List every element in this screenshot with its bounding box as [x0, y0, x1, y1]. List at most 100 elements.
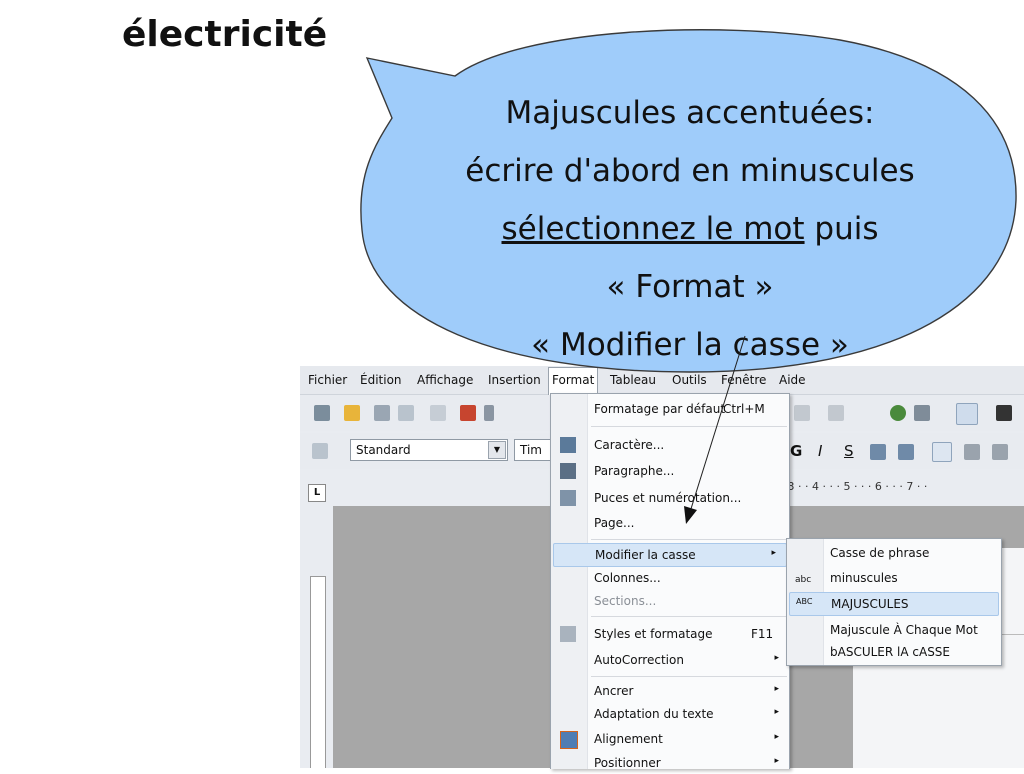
case-submenu: Casse de phrase abc minuscules ABC MAJUS…: [786, 538, 1002, 666]
font-name-combo[interactable]: Tim: [514, 439, 555, 461]
italic-button[interactable]: I: [818, 442, 822, 460]
bubble-line-5: « Modifier la casse »: [531, 327, 849, 363]
bubble-text: Majuscules accentuées: écrire d'abord en…: [400, 84, 980, 374]
email-icon[interactable]: [398, 405, 414, 421]
find-binoculars-icon[interactable]: [996, 405, 1012, 421]
menu-item-positionner[interactable]: Positionner ▸: [551, 752, 789, 774]
bullets-icon: [560, 490, 576, 506]
submenu-arrow-icon: ▸: [774, 707, 779, 717]
menu-aide[interactable]: Aide: [779, 373, 806, 387]
menu-item-label: Ancrer: [594, 684, 634, 698]
horizontal-ruler: 1 · 3 · · 4 · · · 5 · · · 6 · · · 7 · ·: [770, 480, 928, 493]
paragraph-style-value: Standard: [356, 443, 411, 457]
new-document-icon[interactable]: [314, 405, 330, 421]
lowercase-icon: abc: [795, 575, 812, 585]
styles-icon: [560, 626, 576, 642]
submenu-arrow-icon: ▸: [774, 653, 779, 663]
menu-fenetre[interactable]: Fenêtre: [721, 373, 766, 387]
menu-item-label: bASCULER lA cASSE: [830, 645, 951, 659]
menu-item-label: Styles et formatage: [594, 627, 713, 641]
submenu-item-majuscule-chaque-mot[interactable]: Majuscule À Chaque Mot: [787, 619, 1001, 641]
draw-functions-icon[interactable]: [956, 403, 978, 425]
bubble-underlined-text: sélectionnez le mot: [501, 211, 805, 247]
hyperlink-icon[interactable]: [828, 405, 844, 421]
bubble-line-4: « Format »: [606, 269, 774, 305]
open-folder-icon[interactable]: [344, 405, 360, 421]
menu-item-formatage-defaut[interactable]: Formatage par défaut Ctrl+M: [551, 398, 789, 420]
submenu-item-casse-phrase[interactable]: Casse de phrase: [787, 542, 1001, 564]
table-icon[interactable]: [914, 405, 930, 421]
alignment-icon: [560, 731, 578, 749]
vertical-ruler: [310, 576, 326, 768]
menu-item-adaptation-texte[interactable]: Adaptation du texte ▸: [551, 703, 789, 725]
align-right-icon[interactable]: [992, 444, 1008, 460]
menu-item-alignement[interactable]: Alignement ▸: [551, 728, 789, 750]
paragraph-style-combo[interactable]: Standard ▼: [350, 439, 508, 461]
submenu-item-majuscules[interactable]: ABC MAJUSCULES: [789, 592, 999, 616]
bubble-line-3: sélectionnez le mot puis: [400, 200, 980, 258]
menu-item-label: Formatage par défaut: [594, 402, 726, 416]
menu-item-label: Modifier la casse: [595, 548, 696, 562]
menu-fichier[interactable]: Fichier: [308, 373, 347, 387]
menu-item-label: MAJUSCULES: [831, 597, 909, 611]
menu-item-autocorrection[interactable]: AutoCorrection ▸: [551, 649, 789, 671]
bubble-line-1: Majuscules accentuées:: [505, 95, 875, 131]
grow-font-icon[interactable]: [870, 444, 886, 460]
chevron-down-icon[interactable]: ▼: [488, 441, 506, 459]
menu-tableau[interactable]: Tableau: [610, 373, 656, 387]
menu-item-puces-numerotation[interactable]: Puces et numérotation...: [551, 487, 789, 509]
page-margin-line: [1000, 634, 1024, 635]
bubble-line-2: écrire d'abord en minuscules: [465, 153, 915, 189]
export-pdf-icon[interactable]: [460, 405, 476, 421]
menu-item-paragraphe[interactable]: Paragraphe...: [551, 460, 789, 482]
menu-item-label: Colonnes...: [594, 571, 661, 585]
navigator-icon[interactable]: [890, 405, 906, 421]
menu-item-ancrer[interactable]: Ancrer ▸: [551, 680, 789, 702]
menu-item-shortcut: Ctrl+M: [723, 402, 765, 416]
edit-file-icon[interactable]: [430, 405, 446, 421]
styles-panel-icon[interactable]: [312, 443, 328, 459]
menu-affichage[interactable]: Affichage: [417, 373, 473, 387]
menu-item-sections: Sections...: [551, 590, 789, 612]
submenu-arrow-icon: ▸: [774, 684, 779, 694]
menu-item-label: Page...: [594, 516, 635, 530]
menu-item-label: Casse de phrase: [830, 546, 930, 560]
menu-insertion[interactable]: Insertion: [488, 373, 541, 387]
menu-item-caractere[interactable]: Caractère...: [551, 434, 789, 456]
menu-item-label: Alignement: [594, 732, 663, 746]
redo-icon[interactable]: [794, 405, 810, 421]
save-icon[interactable]: [374, 405, 390, 421]
tab-stop-selector[interactable]: L: [308, 484, 326, 502]
menu-item-label: Sections...: [594, 594, 657, 608]
menu-item-label: Adaptation du texte: [594, 707, 714, 721]
slide-title: électricité: [122, 14, 328, 55]
uppercase-icon: ABC: [796, 597, 813, 606]
menu-outils[interactable]: Outils: [672, 373, 707, 387]
font-name-value: Tim: [520, 443, 542, 457]
submenu-item-basculer-casse[interactable]: bASCULER lA cASSE: [787, 641, 1001, 663]
underline-button[interactable]: S: [844, 442, 854, 460]
submenu-arrow-icon: ▸: [774, 732, 779, 742]
menu-item-label: minuscules: [830, 571, 898, 585]
menu-edition[interactable]: Édition: [360, 373, 402, 387]
menu-item-page[interactable]: Page...: [551, 512, 789, 534]
align-left-icon[interactable]: [932, 442, 952, 462]
paragraph-icon: [560, 463, 576, 479]
submenu-item-minuscules[interactable]: abc minuscules: [787, 567, 1001, 589]
shrink-font-icon[interactable]: [898, 444, 914, 460]
menu-item-shortcut: F11: [751, 627, 774, 641]
menu-item-label: Caractère...: [594, 438, 665, 452]
submenu-arrow-icon: ▸: [774, 756, 779, 766]
bubble-line-3-rest: puis: [804, 211, 879, 247]
format-menu: Formatage par défaut Ctrl+M Caractère...…: [550, 393, 790, 770]
menu-item-label: Majuscule À Chaque Mot: [830, 623, 978, 637]
bold-button[interactable]: G: [790, 442, 802, 460]
menu-item-styles-formatage[interactable]: Styles et formatage F11: [551, 623, 789, 645]
print-icon[interactable]: [484, 405, 494, 421]
character-icon: [560, 437, 576, 453]
menu-item-modifier-casse[interactable]: Modifier la casse ▸: [553, 543, 787, 567]
submenu-arrow-icon: ▸: [771, 548, 776, 558]
menu-item-colonnes[interactable]: Colonnes...: [551, 567, 789, 589]
menu-item-label: AutoCorrection: [594, 653, 684, 667]
align-center-icon[interactable]: [964, 444, 980, 460]
